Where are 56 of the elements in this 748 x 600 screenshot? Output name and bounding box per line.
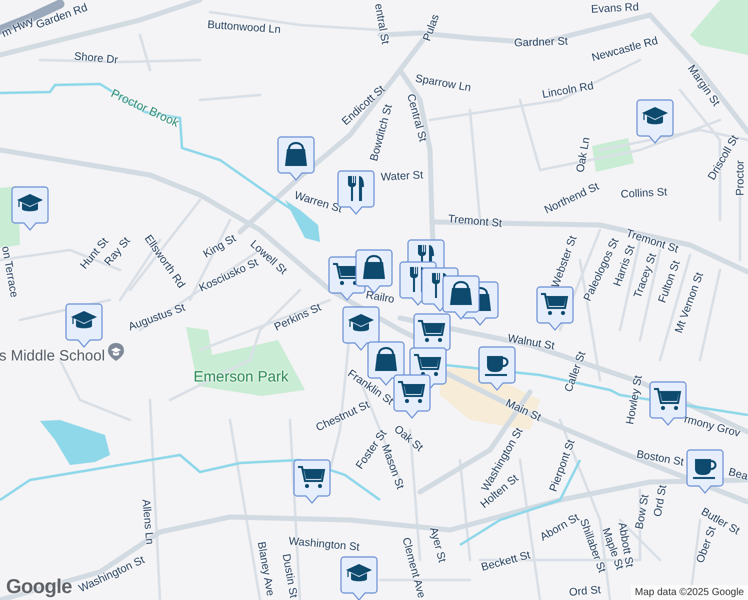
park-area — [592, 138, 634, 172]
street-label: Buttonwood Ln — [207, 20, 281, 36]
street-label: Water St — [380, 170, 424, 184]
street-label: rmony Grov — [682, 414, 742, 440]
graduation-cap-marker[interactable] — [636, 99, 674, 145]
street-label: Central St — [404, 92, 428, 144]
street-label: Oak Ln — [576, 136, 592, 174]
street-label: Sparrow Ln — [414, 74, 472, 94]
street-label: Allens Ln — [140, 498, 154, 546]
street-label: Proctor — [736, 160, 746, 196]
street-label: King St — [202, 233, 238, 261]
street-label: m Hwy — [0, 16, 36, 40]
map-attribution: Map data ©2025 Google — [630, 585, 748, 600]
shopping-bag-marker[interactable] — [277, 136, 315, 182]
street-label: Gardner St — [514, 36, 568, 50]
street-label: Boston St — [636, 449, 684, 469]
street-label: Garden Rd — [34, 2, 90, 32]
street-label: Pulas — [422, 13, 442, 43]
shopping-bag-marker[interactable] — [442, 275, 480, 321]
map-logo: Google — [6, 577, 72, 597]
street-label: Bea — [727, 467, 748, 483]
street-label: Fulton St — [657, 259, 683, 305]
street-label: Blaney Ave — [254, 541, 276, 597]
graduation-cap-marker[interactable] — [340, 556, 378, 600]
street-label: Shore Dr — [74, 52, 118, 66]
lake — [40, 420, 110, 465]
street-label: Ober St — [695, 525, 719, 565]
street-label: Evans Rd — [590, 2, 640, 16]
street-label: entral St — [372, 2, 390, 46]
graduation-cap-marker[interactable] — [342, 306, 380, 352]
park-label: Emerson Park — [193, 370, 289, 384]
street-label: Washington St — [288, 536, 360, 554]
street-label: Dustin St — [280, 553, 298, 599]
coffee-cup-marker[interactable] — [686, 449, 724, 495]
shopping-cart-marker[interactable] — [393, 374, 431, 420]
street-label: Ord St — [568, 585, 602, 599]
street-label: Howley St — [625, 374, 645, 426]
street-label: Main St — [504, 398, 542, 424]
shopping-cart-marker[interactable] — [536, 286, 574, 332]
street-label: Bow St — [634, 494, 652, 530]
street-label: Ayer St — [427, 526, 447, 564]
street-label: Clement Ave — [400, 536, 426, 600]
street-label: Ord St — [652, 484, 670, 518]
street-label: on Terrace — [0, 246, 19, 298]
street-label: Tremont St — [448, 214, 502, 230]
street-label: Railro — [364, 290, 396, 306]
street-label: Caller St — [564, 350, 588, 394]
graduation-cap-marker[interactable] — [11, 186, 49, 232]
street-label: Lincoln Rd — [541, 81, 595, 101]
street-label: Walnut St — [506, 333, 556, 353]
street-label: Collins St — [620, 187, 668, 201]
school-poi-icon[interactable] — [107, 342, 125, 362]
shopping-cart-marker[interactable] — [293, 459, 331, 505]
street-label: Beckett St — [480, 550, 532, 574]
park-area — [690, 0, 748, 55]
graduation-cap-marker[interactable] — [65, 303, 103, 349]
